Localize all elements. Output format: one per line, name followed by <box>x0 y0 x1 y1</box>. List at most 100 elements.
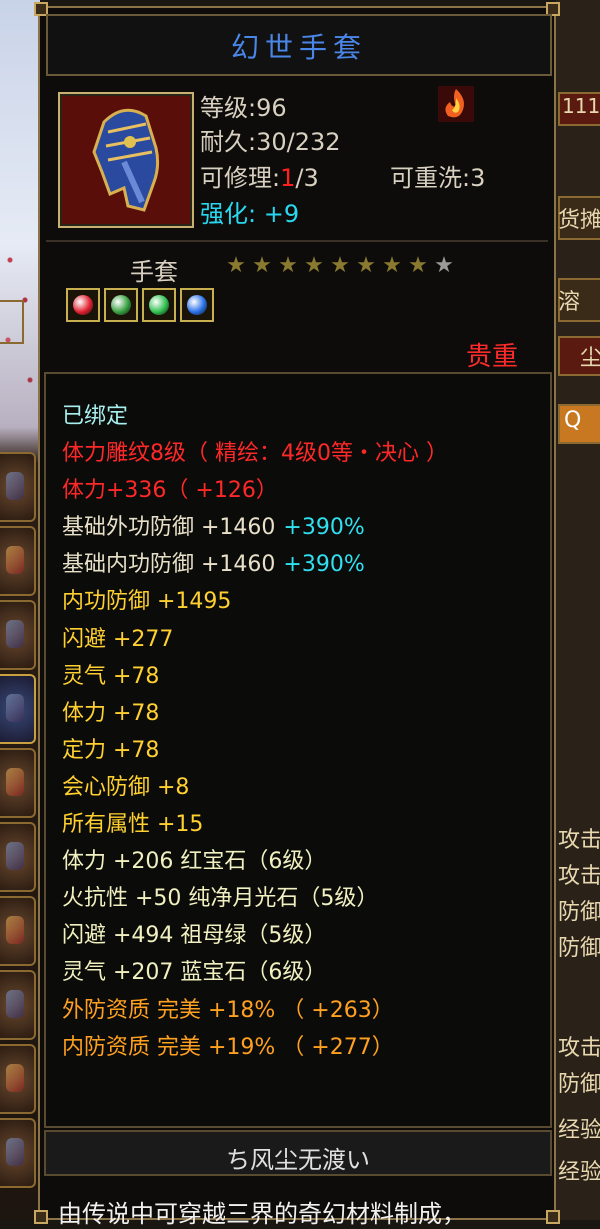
star-filled-icon: ★ <box>382 253 402 278</box>
enhance-label: 强化 <box>200 200 248 228</box>
star-filled-icon: ★ <box>278 253 298 278</box>
flame-badge-icon <box>438 86 474 122</box>
star-filled-icon: ★ <box>252 253 272 278</box>
attribute-bonus: +390% <box>283 515 365 541</box>
attribute-text: 体力雕纹8级（ 精绘：4级0等・决心 ） <box>62 441 448 467</box>
repair-used: 1 <box>280 164 296 192</box>
reroll-label: 可重洗 <box>390 164 462 192</box>
equipment-slot[interactable] <box>0 822 36 892</box>
right-panel-label[interactable]: 货摊 <box>558 202 600 234</box>
attribute-text: 所有属性 +15 <box>62 812 204 838</box>
enhance-stat: 强化: +9 <box>200 200 300 228</box>
gem-socket-icon <box>180 288 214 322</box>
attribute-line: 内功防御 +1495 <box>62 583 448 620</box>
attribute-line: 火抗性 +50 纯净月光石（5级） <box>62 880 448 917</box>
right-panel-count: 111 <box>562 94 600 118</box>
star-filled-icon: ★ <box>330 253 350 278</box>
attribute-line: 体力 +78 <box>62 695 448 732</box>
attribute-line: 闪避 +277 <box>62 621 448 658</box>
star-rating: ★ ★ ★ ★ ★ ★ ★ ★ ★ <box>224 254 456 278</box>
right-panel-label[interactable]: Q <box>564 408 600 433</box>
equipment-slot[interactable] <box>0 1044 36 1114</box>
equipment-slot[interactable] <box>0 526 36 596</box>
attribute-line: 内防资质 完美 +19% （ +277） <box>62 1029 448 1066</box>
attribute-text: 会心防御 +8 <box>62 774 190 800</box>
right-panel-stat: 防御 <box>558 936 600 961</box>
gem-socket-icon <box>142 288 176 322</box>
gem-sockets <box>66 288 214 322</box>
attribute-line: 所有属性 +15 <box>62 806 448 843</box>
attribute-text: 基础外功防御 +1460 <box>62 515 276 541</box>
attribute-text: 火抗性 +50 纯净月光石（5级） <box>62 886 379 912</box>
durability-value: 30/232 <box>256 128 341 156</box>
glove-icon <box>92 108 160 212</box>
equipment-slot-selected[interactable] <box>0 674 36 744</box>
gem-socket-icon <box>104 288 138 322</box>
tooltip-title-bar: 幻世手套 <box>46 14 552 76</box>
repair-total: /3 <box>295 164 319 192</box>
attribute-text: 灵气 +78 <box>62 663 160 689</box>
attribute-text: 闪避 +277 <box>62 626 174 652</box>
attribute-line: 外防资质 完美 +18% （ +263） <box>62 992 448 1029</box>
star-empty-icon: ★ <box>434 253 454 278</box>
attribute-bonus: +390% <box>283 552 365 578</box>
star-filled-icon: ★ <box>356 253 376 278</box>
durability-stat: 耐久:30/232 <box>200 128 341 156</box>
attribute-text: 体力+336（ +126） <box>62 478 278 504</box>
attribute-text: 灵气 +207 蓝宝石（6级） <box>62 960 327 986</box>
attribute-line: 会心防御 +8 <box>62 769 448 806</box>
separator <box>46 240 548 242</box>
attribute-line: 基础外功防御 +1460 +390% <box>62 509 448 546</box>
item-tooltip: 幻世手套 等级:96 耐久:30/232 可修理:1/3 可重洗:3 强化: +… <box>34 2 560 1228</box>
right-panel-stat: 防御 <box>558 900 600 925</box>
attribute-panel: 已绑定体力雕纹8级（ 精绘：4级0等・决心 ） 体力+336（ +126） 基础外功… <box>44 372 552 1128</box>
level-value: 96 <box>256 94 287 122</box>
attribute-line: 灵气 +207 蓝宝石（6级） <box>62 954 448 991</box>
right-panel-stat: 经验 <box>558 1160 600 1185</box>
enhance-value: +9 <box>263 200 300 228</box>
item-description: 由传说中可穿越三界的奇幻材料制成， <box>58 1200 466 1228</box>
right-panel-stat: 攻击 <box>558 1036 600 1061</box>
equipment-slot[interactable] <box>0 896 36 966</box>
attribute-line: 体力 +206 红宝石（6级） <box>62 843 448 880</box>
star-filled-icon: ★ <box>226 253 246 278</box>
attribute-list: 已绑定体力雕纹8级（ 精绘：4级0等・决心 ） 体力+336（ +126） 基础外功… <box>62 398 448 1066</box>
reroll-stat: 可重洗:3 <box>390 164 486 192</box>
rarity-label: 贵重 <box>465 342 518 372</box>
star-filled-icon: ★ <box>408 253 428 278</box>
right-panel-label[interactable]: 尘 <box>580 340 600 372</box>
repair-label: 可修理 <box>200 164 272 192</box>
equipment-slot[interactable] <box>0 970 36 1040</box>
equipment-slot[interactable] <box>0 600 36 670</box>
equipment-slot[interactable] <box>0 452 36 522</box>
attribute-text: 体力 +78 <box>62 700 160 726</box>
attribute-line: 灵气 +78 <box>62 658 448 695</box>
attribute-text: 基础内功防御 +1460 <box>62 552 276 578</box>
right-panel-stat: 攻击 <box>558 828 600 853</box>
level-label: 等级 <box>200 94 248 122</box>
attribute-text: 已绑定 <box>62 404 129 429</box>
star-filled-icon: ★ <box>304 253 324 278</box>
fret-ornament <box>0 300 24 344</box>
right-panel-stat: 防御 <box>558 1072 600 1097</box>
reroll-value: 3 <box>470 164 486 192</box>
attribute-line: 已绑定 <box>62 398 448 435</box>
attribute-line: 体力+336（ +126） <box>62 472 448 509</box>
right-side-panel: 111 货摊 溶 尘 Q 攻击 攻击 防御 防御 攻击 防御 经验 经验 <box>556 0 600 1220</box>
equipment-slot[interactable] <box>0 1118 36 1188</box>
attribute-text: 外防资质 完美 +18% （ +263） <box>62 997 394 1023</box>
attribute-line: 基础内功防御 +1460 +390% <box>62 546 448 583</box>
right-panel-stat: 经验 <box>558 1118 600 1143</box>
repair-stat: 可修理:1/3 <box>200 164 319 192</box>
right-panel-stat: 攻击 <box>558 864 600 889</box>
item-type: 手套 <box>130 258 178 286</box>
equipment-slot[interactable] <box>0 748 36 818</box>
attribute-line: 体力雕纹8级（ 精绘：4级0等・决心 ） <box>62 435 448 472</box>
attribute-text: 定力 +78 <box>62 737 160 763</box>
gem-socket-icon <box>66 288 100 322</box>
right-panel-label[interactable]: 溶 <box>558 284 600 316</box>
attribute-text: 内功防御 +1495 <box>62 589 232 615</box>
item-icon <box>58 92 194 228</box>
level-stat: 等级:96 <box>200 94 287 122</box>
durability-label: 耐久 <box>200 128 248 156</box>
